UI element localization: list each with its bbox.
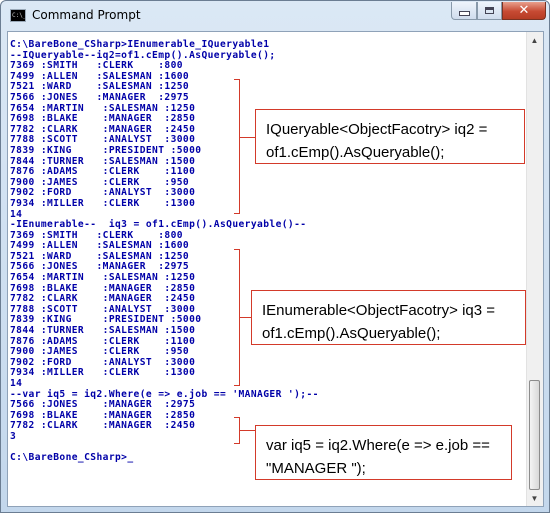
close-icon: ✕ bbox=[518, 2, 530, 18]
console-line: 7934 :MILLER :CLERK :1300 bbox=[10, 197, 196, 209]
command-prompt-app-icon[interactable]: C:\_ bbox=[10, 9, 26, 22]
console-line: C:\BareBone_CSharp>IEnumerable_IQueryabl… bbox=[10, 39, 270, 50]
annotation-callout-ienumerable: IEnumerable<ObjectFacotry> iq3 = of1.cEm… bbox=[251, 290, 526, 345]
scroll-up-arrow-icon[interactable]: ▲ bbox=[527, 32, 542, 48]
close-button[interactable]: ✕ bbox=[502, 2, 546, 20]
window-title: Command Prompt bbox=[32, 8, 141, 22]
minimize-button[interactable] bbox=[451, 2, 477, 20]
maximize-icon bbox=[485, 7, 494, 14]
console-line: 14 bbox=[10, 378, 23, 389]
minimize-icon bbox=[458, 11, 470, 16]
annotation-connector-1 bbox=[240, 137, 255, 138]
console-output[interactable]: C:\BareBone_CSharp>IEnumerable_IQueryabl… bbox=[10, 39, 319, 464]
maximize-button[interactable] bbox=[477, 2, 502, 20]
vertical-scrollbar[interactable]: ▲ ▼ bbox=[526, 32, 543, 506]
annotation-callout-iqueryable: IQueryable<ObjectFacotry> iq2 = of1.cEmp… bbox=[255, 109, 525, 164]
title-bar[interactable]: C:\_ Command Prompt ✕ bbox=[1, 1, 549, 31]
scrollbar-thumb[interactable] bbox=[529, 380, 540, 490]
console-line: 7566 :JONES :MANAGER :2975 bbox=[10, 91, 190, 103]
annotation-callout-where: var iq5 = iq2.Where(e => e.job == "MANAG… bbox=[255, 425, 512, 480]
console-line: 7934 :MILLER :CLERK :1300 bbox=[10, 367, 196, 379]
annotation-connector-2 bbox=[240, 317, 251, 318]
scroll-down-arrow-icon[interactable]: ▼ bbox=[527, 490, 542, 506]
annotation-bracket-1 bbox=[234, 79, 240, 214]
annotation-connector-3 bbox=[240, 430, 255, 431]
